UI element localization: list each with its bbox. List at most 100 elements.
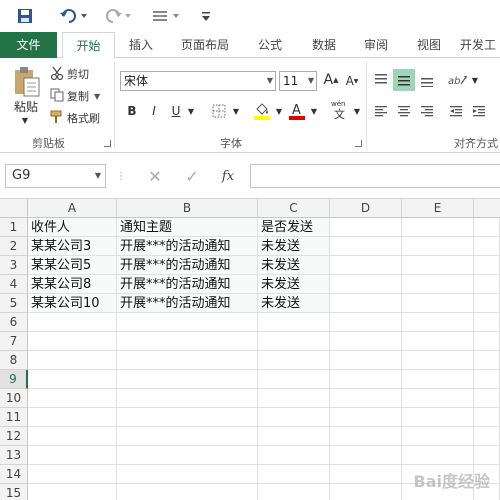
tab-file[interactable]: 文件 [0, 32, 57, 58]
cell-e8[interactable] [402, 351, 474, 370]
row-header-6[interactable]: 6 [0, 313, 28, 332]
cell-f11[interactable] [474, 408, 500, 427]
cell-e7[interactable] [402, 332, 474, 351]
customize-qat-icon[interactable] [198, 6, 214, 26]
increase-font-size-icon[interactable]: A ▲ [322, 70, 340, 90]
column-header-c[interactable]: C [258, 199, 330, 218]
cell-c4[interactable]: 未发送 [258, 275, 330, 294]
cell-a13[interactable] [28, 446, 117, 465]
cell-f6[interactable] [474, 313, 500, 332]
align-top-icon[interactable] [372, 70, 390, 90]
paste-button[interactable]: 粘贴 [6, 98, 46, 114]
font-dialog-launcher-icon[interactable] [355, 140, 362, 147]
touch-mode-icon[interactable] [150, 6, 184, 26]
cell-c15[interactable] [258, 484, 330, 500]
insert-function-icon[interactable]: fx [217, 166, 239, 186]
row-header-10[interactable]: 10 [0, 389, 28, 408]
tab-page-layout[interactable]: 页面布局 [170, 32, 240, 58]
cell-c12[interactable] [258, 427, 330, 446]
cell-a2[interactable]: 某某公司3 [28, 237, 117, 256]
format-painter-button[interactable]: 格式刷 [50, 109, 100, 127]
cell-f4[interactable] [474, 275, 500, 294]
borders-dropdown-icon[interactable]: ▼ [230, 104, 242, 118]
font-size-combo[interactable]: 11 ▼ [279, 71, 317, 91]
cell-f1[interactable] [474, 218, 500, 237]
row-header-8[interactable]: 8 [0, 351, 28, 370]
cell-c11[interactable] [258, 408, 330, 427]
fill-color-icon[interactable] [252, 100, 272, 122]
paste-dropdown-icon[interactable]: ▼ [18, 114, 32, 126]
cancel-icon[interactable]: ✕ [144, 166, 166, 186]
paste-icon[interactable] [8, 64, 44, 100]
borders-icon[interactable] [210, 102, 228, 120]
column-header-b[interactable]: B [117, 199, 258, 218]
cell-e12[interactable] [402, 427, 474, 446]
clipboard-dialog-launcher-icon[interactable] [104, 140, 111, 147]
cell-c5[interactable]: 未发送 [258, 294, 330, 313]
decrease-font-size-icon[interactable]: A ▼ [344, 72, 360, 90]
cell-f2[interactable] [474, 237, 500, 256]
cell-a11[interactable] [28, 408, 117, 427]
cell-e10[interactable] [402, 389, 474, 408]
cell-e1[interactable] [402, 218, 474, 237]
cell-a5[interactable]: 某某公司10 [28, 294, 117, 313]
cell-f5[interactable] [474, 294, 500, 313]
cell-d8[interactable] [330, 351, 402, 370]
tab-view[interactable]: 视图 [408, 32, 450, 58]
align-middle-icon[interactable] [393, 69, 415, 91]
cell-a4[interactable]: 某某公司8 [28, 275, 117, 294]
cell-e13[interactable] [402, 446, 474, 465]
cell-d11[interactable] [330, 408, 402, 427]
save-icon[interactable] [14, 6, 36, 26]
cell-b9[interactable] [117, 370, 258, 389]
tab-formulas[interactable]: 公式 [250, 32, 290, 58]
cell-f9[interactable] [474, 370, 500, 389]
cell-a9[interactable] [28, 370, 117, 389]
cell-d4[interactable] [330, 275, 402, 294]
tab-insert[interactable]: 插入 [118, 32, 164, 58]
cell-b3[interactable]: 开展***的活动通知 [117, 256, 258, 275]
cell-b8[interactable] [117, 351, 258, 370]
cell-d13[interactable] [330, 446, 402, 465]
cell-f10[interactable] [474, 389, 500, 408]
cell-e5[interactable] [402, 294, 474, 313]
fill-color-dropdown-icon[interactable]: ▼ [273, 104, 285, 118]
cell-b6[interactable] [117, 313, 258, 332]
cell-c6[interactable] [258, 313, 330, 332]
cell-b4[interactable]: 开展***的活动通知 [117, 275, 258, 294]
row-header-4[interactable]: 4 [0, 275, 28, 294]
cell-b7[interactable] [117, 332, 258, 351]
cell-b2[interactable]: 开展***的活动通知 [117, 237, 258, 256]
align-center-icon[interactable] [395, 102, 413, 120]
row-header-13[interactable]: 13 [0, 446, 28, 465]
underline-dropdown-icon[interactable]: ▼ [185, 104, 197, 118]
cell-d6[interactable] [330, 313, 402, 332]
cell-a15[interactable] [28, 484, 117, 500]
cell-d14[interactable] [330, 465, 402, 484]
decrease-indent-icon[interactable] [447, 102, 465, 120]
tab-home[interactable]: 开始 [62, 32, 115, 59]
phonetic-guide-icon[interactable]: wén 文 [330, 98, 350, 122]
cell-c10[interactable] [258, 389, 330, 408]
cell-a6[interactable] [28, 313, 117, 332]
cell-a8[interactable] [28, 351, 117, 370]
underline-icon[interactable]: U [168, 102, 184, 120]
bold-icon[interactable]: B [124, 102, 140, 120]
cell-b1[interactable]: 通知主题 [117, 218, 258, 237]
orientation-dropdown-icon[interactable]: ▼ [470, 74, 480, 86]
cell-c14[interactable] [258, 465, 330, 484]
row-header-11[interactable]: 11 [0, 408, 28, 427]
cell-b11[interactable] [117, 408, 258, 427]
cut-button[interactable]: 剪切 [50, 65, 89, 83]
cell-c2[interactable]: 未发送 [258, 237, 330, 256]
cell-a1[interactable]: 收件人 [28, 218, 117, 237]
row-header-9[interactable]: 9 [0, 370, 28, 389]
cell-b13[interactable] [117, 446, 258, 465]
cell-a3[interactable]: 某某公司5 [28, 256, 117, 275]
cell-e3[interactable] [402, 256, 474, 275]
cell-a7[interactable] [28, 332, 117, 351]
cell-b10[interactable] [117, 389, 258, 408]
cell-f12[interactable] [474, 427, 500, 446]
cell-e6[interactable] [402, 313, 474, 332]
cell-b15[interactable] [117, 484, 258, 500]
